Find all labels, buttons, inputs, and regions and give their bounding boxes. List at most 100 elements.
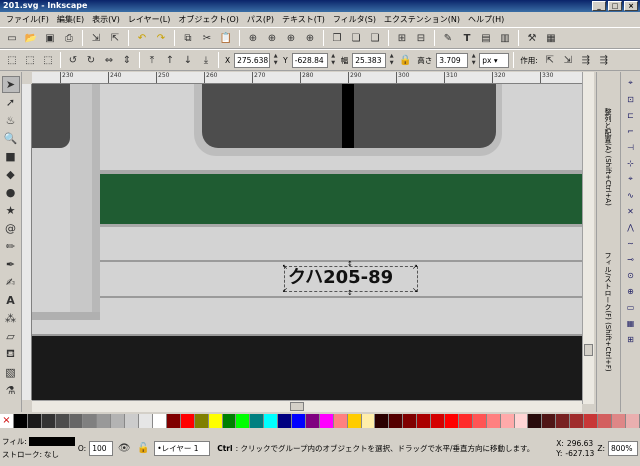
menu-edit[interactable]: 編集(E) [53,14,88,25]
import-icon[interactable]: ⇲ [88,30,104,46]
menu-extensions[interactable]: エクステンション(N) [380,14,464,25]
bucket-tool-icon[interactable]: ⛾ [2,346,20,363]
select-all-layers-icon[interactable]: ⬚ [22,52,38,68]
color-swatch[interactable] [97,414,112,428]
menu-object[interactable]: オブジェクト(O) [174,14,243,25]
menu-filters[interactable]: フィルタ(S) [329,14,380,25]
body-line[interactable] [100,260,582,262]
preferences-icon[interactable]: ⚒ [524,30,540,46]
scale-handle-icon[interactable]: ↕ [347,289,353,297]
y-spinner[interactable]: ▲ ▼ [330,53,337,68]
color-swatch[interactable] [13,414,28,428]
color-swatch[interactable] [139,414,153,428]
y-input[interactable]: -628.84 [291,52,328,68]
color-swatch[interactable] [514,414,529,428]
export-icon[interactable]: ⇱ [107,30,123,46]
group-icon[interactable]: ⊞ [394,30,410,46]
lower-bottom-icon[interactable]: ⤓ [198,52,214,68]
scale-handle-icon[interactable]: ↗ [412,263,418,271]
color-swatch[interactable] [625,414,640,428]
color-swatch[interactable] [180,414,195,428]
color-swatch[interactable] [292,414,306,428]
snap-toggle-icon[interactable]: ⌖ [624,76,638,90]
color-swatch[interactable] [597,414,612,428]
zoom-tool-icon[interactable]: 🔍 [2,130,20,147]
color-swatch[interactable] [333,414,348,428]
width-spinner[interactable]: ▲ ▼ [388,53,395,68]
layer-select[interactable]: •レイヤー 1 [154,440,211,456]
snap-bbox-icon[interactable]: ⊡ [624,92,638,106]
document-properties-icon[interactable]: ▦ [543,30,559,46]
color-swatch[interactable] [375,414,390,428]
scale-handle-icon[interactable]: ↖ [282,263,288,271]
rectangle-tool-icon[interactable]: ■ [2,148,20,165]
scale-handle-icon[interactable]: ↙ [282,286,288,294]
drawing-canvas[interactable]: ↖ ↗ ↙ ↘ ↕ ↕ クハ205-89 [32,84,582,400]
color-swatch[interactable] [278,414,293,428]
x-input[interactable]: 275.638 [234,52,271,68]
new-document-icon[interactable]: ▭ [4,30,20,46]
copy-icon[interactable]: ⧉ [180,30,196,46]
vertical-scrollbar[interactable] [582,72,594,404]
undo-icon[interactable]: ↶ [134,30,150,46]
clone-icon[interactable]: ❏ [348,30,364,46]
fill-stroke-tab[interactable]: フィル/ストローク(F) (Shift+Ctrl+F) [603,252,613,372]
align-distribute-tab[interactable]: 整列と配置(A) (Shift+Ctrl+A) [603,108,613,206]
zoom-width-icon[interactable]: ⊕ [302,30,318,46]
color-swatch[interactable] [236,414,251,428]
tweak-tool-icon[interactable]: ♨ [2,112,20,129]
menu-view[interactable]: 表示(V) [88,14,124,25]
stroke-value[interactable]: なし [44,449,59,460]
color-swatch[interactable] [69,414,84,428]
flip-vertical-icon[interactable]: ⇕ [119,52,135,68]
scale-corners-icon[interactable]: ⇲ [560,52,576,68]
color-swatch[interactable] [556,414,571,428]
color-swatch[interactable] [222,414,237,428]
opacity-input[interactable]: 100 [89,440,114,456]
ungroup-icon[interactable]: ⊟ [413,30,429,46]
color-swatch[interactable] [305,414,320,428]
color-swatch[interactable] [166,414,181,428]
spiral-tool-icon[interactable]: @ [2,220,20,237]
color-swatch[interactable] [389,414,404,428]
maximize-button[interactable]: □ [608,1,622,11]
snap-grids-icon[interactable]: ▦ [624,316,638,330]
snap-guides-icon[interactable]: ⊞ [624,332,638,346]
scale-stroke-icon[interactable]: ⇱ [542,52,558,68]
snap-page-border-icon[interactable]: ▭ [624,300,638,314]
print-icon[interactable]: ⎙ [61,30,77,46]
xml-editor-icon[interactable]: ▤ [478,30,494,46]
selector-tool-icon[interactable]: ➤ [1,76,20,93]
menu-help[interactable]: ヘルプ(H) [464,14,508,25]
raise-top-icon[interactable]: ⤒ [144,52,160,68]
color-swatch[interactable] [542,414,557,428]
fill-swatch[interactable] [28,437,75,446]
save-icon[interactable]: ▣ [42,30,58,46]
snap-midpoints-icon[interactable]: ⊸ [624,252,638,266]
redo-icon[interactable]: ↷ [153,30,169,46]
ellipse-tool-icon[interactable]: ● [2,184,20,201]
gradient-tool-icon[interactable]: ▧ [2,364,20,381]
close-button[interactable]: × [624,1,638,11]
window-divider[interactable] [342,84,354,148]
pillar-base[interactable] [32,312,100,320]
color-swatch[interactable] [458,414,473,428]
vertical-scroll-thumb[interactable] [584,344,593,356]
rotate-ccw-icon[interactable]: ↺ [65,52,81,68]
horizontal-scroll-thumb[interactable] [290,402,304,411]
pencil-tool-icon[interactable]: ✏ [2,238,20,255]
body-line[interactable] [100,296,582,298]
move-patterns-icon[interactable]: ⇶ [596,52,612,68]
star-tool-icon[interactable]: ★ [2,202,20,219]
color-swatch[interactable] [264,414,279,428]
cut-icon[interactable]: ✂ [199,30,215,46]
x-spinner[interactable]: ▲ ▼ [272,53,279,68]
color-swatch[interactable] [361,414,376,428]
pillar-shadow[interactable] [92,84,100,314]
snap-bbox-center-icon[interactable]: ⊹ [624,156,638,170]
color-swatch[interactable] [250,414,265,428]
snap-intersections-icon[interactable]: ✕ [624,204,638,218]
color-swatch[interactable] [347,414,362,428]
zoom-input[interactable]: 800% [608,440,638,456]
rotate-cw-icon[interactable]: ↻ [83,52,99,68]
